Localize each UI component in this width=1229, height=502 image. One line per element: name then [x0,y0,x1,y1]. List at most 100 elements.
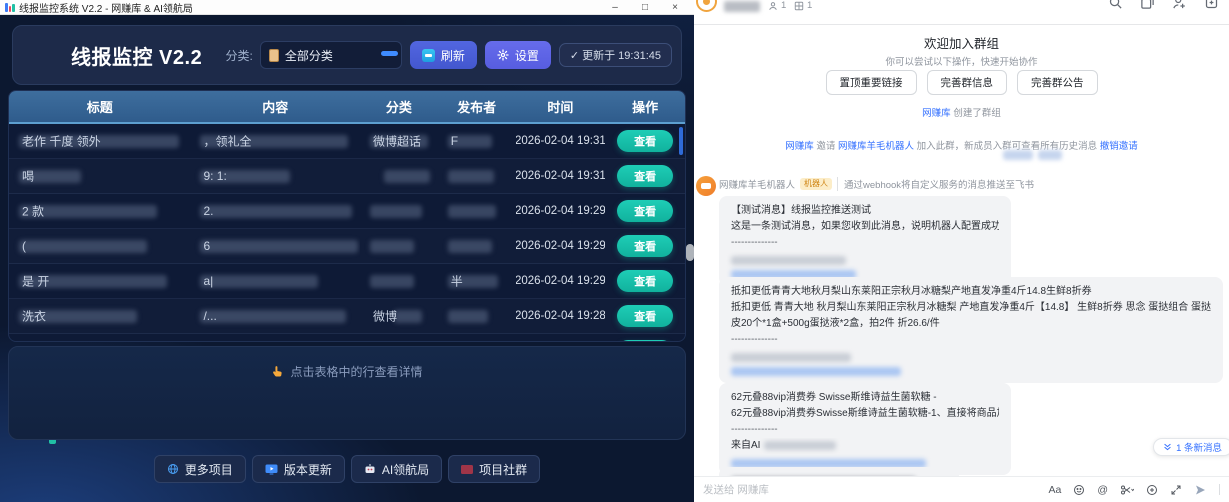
row-time: 2026-02-04 19:29 [516,264,606,298]
grid-icon [794,1,804,11]
complete-announcement-button[interactable]: 完善群公告 [1017,70,1098,95]
version-update-button[interactable]: 版本更新 [252,455,345,483]
column-header-content: 内容 [190,97,360,116]
invitee-link[interactable]: 网赚库羊毛机器人 [838,141,914,152]
gear-icon [497,49,509,61]
message-bubble[interactable]: 62元叠88vip消费券 Swisse斯维诗益生菌软糖 - 62元叠88vip消… [719,383,1011,475]
add-member-icon[interactable] [1172,0,1187,10]
creator-link[interactable]: 网赚库 [922,108,951,119]
app-header: 线报监控 V2.2 分类: 全部分类 刷新 设置 ✓ 更新于 19:31:45 [12,25,682,85]
table-row[interactable]: 老作 千度 领外 ，领礼全 微博超话 F 2026-02-04 19:31 查看 [9,124,685,159]
select-indicator [381,51,398,56]
group-name-redacted [724,1,760,12]
pin-links-button[interactable]: 置顶重要链接 [826,70,917,95]
pointing-hand-icon [271,365,284,378]
complete-group-info-button[interactable]: 完善群信息 [927,70,1008,95]
category-value: 全部分类 [285,47,333,64]
maximize-button[interactable]: □ [630,0,660,15]
view-button[interactable]: 查看 [617,165,673,187]
redacted-chip [1003,150,1033,160]
column-header-title: 标题 [9,97,190,116]
add-attachment-icon[interactable] [1146,484,1158,496]
table-row[interactable]: ( 6 2026-02-04 19:29 查看 [9,229,685,264]
emoji-icon[interactable] [1073,484,1085,496]
welcome-subtitle: 你可以尝试以下操作，快速开始协作 [694,54,1229,68]
popout-icon[interactable] [1140,0,1155,10]
project-community-button[interactable]: 项目社群 [448,455,540,483]
view-button[interactable]: 查看 [617,270,673,292]
minimize-button[interactable]: – [600,0,630,15]
bot-description: 通过webhook将自定义服务的消息推送至飞书 [837,177,1034,191]
chat-header: 1 1 [694,0,1229,25]
refresh-button[interactable]: 刷新 [410,41,477,69]
text-format-icon[interactable]: Aa [1048,484,1061,496]
detail-panel: 点击表格中的行查看详情 [8,346,686,440]
search-icon[interactable] [1108,0,1123,10]
tab-count[interactable]: 1 [794,0,812,11]
view-button[interactable]: 查看 [617,130,673,152]
welcome-actions: 置顶重要链接 完善群信息 完善群公告 [694,70,1229,95]
ai-navigator-button[interactable]: AI领航局 [351,455,442,483]
page-title: 线报监控 V2.2 [71,41,202,70]
view-button[interactable]: 查看 [617,235,673,257]
message-sender-row: 网赚库羊毛机器人 机器人 通过webhook将自定义服务的消息推送至飞书 [719,177,1034,191]
table-row-partial[interactable]: 查看 [9,334,685,342]
redacted-text [731,353,851,362]
close-button[interactable]: × [660,0,690,15]
report-table: 标题 内容 分类 发布者 时间 操作 老作 千度 领外 ，领礼全 微博超话 F … [8,90,686,342]
message-bubble[interactable]: 抵扣更低青青大地秋月梨山东莱阳正宗秋月冰糖梨产地直发净重4斤14.8生鲜8折券 … [719,277,1223,383]
more-settings-icon[interactable] [1204,0,1219,10]
settings-button[interactable]: 设置 [485,41,551,69]
screenshot-scissors-icon[interactable] [1120,484,1134,496]
row-time: 2026-02-04 19:29 [516,194,606,228]
app-logo-icon [29,40,59,70]
table-row[interactable]: 2 款 2. 2026-02-04 19:29 查看 [9,194,685,229]
mention-icon[interactable]: @ [1097,484,1108,496]
more-projects-button[interactable]: 更多项目 [154,455,246,483]
system-message-created: 网赚库 创建了群组 [694,105,1229,119]
footer-links: 更多项目 版本更新 AI领航局 项目社群 [0,455,694,483]
view-button[interactable]: 查看 [617,305,673,327]
robot-icon [364,463,376,475]
table-row[interactable]: 喝 9: 1: 2026-02-04 19:31 查看 [9,159,685,194]
row-time: 2026-02-04 19:28 [516,299,606,333]
bot-avatar[interactable] [696,176,716,196]
document-icon [269,49,279,62]
revoke-invite-link[interactable]: 撤销邀请 [1100,141,1138,152]
table-row[interactable]: 是 开 a| 半 2026-02-04 19:29 查看 [9,264,685,299]
member-count[interactable]: 1 [768,0,786,11]
message-bubble[interactable]: 【测试消息】线报监控推送测试 这是一条测试消息，如果您收到此消息，说明机器人配置… [719,196,1011,286]
view-button[interactable]: 查看 [617,340,673,342]
bot-tag: 机器人 [800,178,832,190]
category-label: 分类: [225,47,252,64]
message-source-prefix: 来自AI [731,440,760,451]
system-message-invite: 网赚库 邀请 网赚库羊毛机器人 加入此群，新成员入群可查看所有历史消息 撤销邀请 [694,138,1229,152]
column-header-time: 时间 [516,97,606,116]
redacted-chip [1038,150,1062,160]
bot-name[interactable]: 网赚库羊毛机器人 [719,177,795,191]
refresh-icon [422,49,435,62]
table-row[interactable]: 洗衣 /... 微博 2026-02-04 19:28 查看 [9,299,685,334]
welcome-title: 欢迎加入群组 [694,33,1229,52]
expand-icon[interactable] [1170,484,1182,496]
row-time: 2026-02-04 19:31 [516,124,606,158]
chat-window: 1 1 欢迎加入群组 你可以尝试以下操作，快速开始协作 置顶重要链接 完善群信息… [694,0,1229,502]
new-message-pill[interactable]: 1 条新消息 [1153,438,1229,456]
app-icon [4,2,14,12]
window-resize-handle[interactable] [686,244,694,261]
send-icon[interactable] [1194,484,1207,496]
monitor-window: 线报监控系统 V2.2 - 网赚库 & AI领航局 – □ × 线报监控 V2.… [0,0,694,502]
composer-placeholder: 发送给 网赚库 [703,482,769,497]
column-header-publisher: 发布者 [438,97,516,116]
group-avatar[interactable] [696,0,717,12]
category-select[interactable]: 全部分类 [260,41,402,69]
table-scrollbar[interactable] [679,127,683,155]
redacted-link [731,367,901,376]
window-title: 线报监控系统 V2.2 - 网赚库 & AI领航局 [19,0,193,15]
message-composer[interactable]: 发送给 网赚库 Aa @ [694,476,1229,502]
view-button[interactable]: 查看 [617,200,673,222]
tv-icon [265,464,278,475]
book-icon [461,465,473,474]
inviter-link[interactable]: 网赚库 [785,141,814,152]
column-header-category: 分类 [360,97,438,116]
